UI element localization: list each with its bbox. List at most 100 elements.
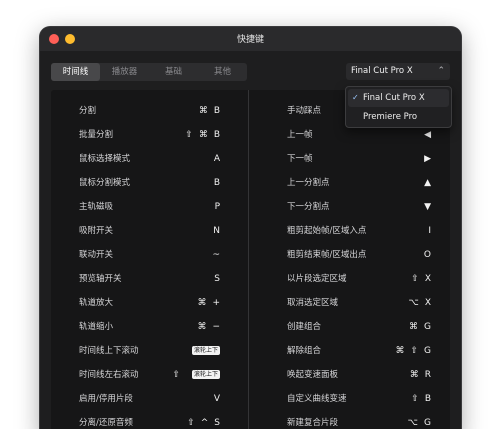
key-cap: ⇧ [410, 346, 419, 356]
left-shortcut-row[interactable]: 鼠标选择模式 A [79, 151, 220, 167]
key-cap: + [212, 298, 220, 308]
key-cap: G [424, 418, 431, 428]
right-shortcut-row[interactable]: 唤起变速面板 ⌘ R [287, 367, 431, 383]
key-cap: G [424, 346, 431, 356]
left-shortcut-row[interactable]: 吸附开关 N [79, 223, 220, 239]
shortcut-keys: ◀ [418, 127, 431, 143]
left-shortcut-row[interactable]: 启用/停用片段 V [79, 391, 220, 407]
left-shortcut-row[interactable]: 鼠标分割模式 B [79, 175, 220, 191]
shortcut-keys: N [207, 223, 220, 239]
shortcut-keys: ⌘ G [403, 319, 431, 335]
key-cap: ⇧ [172, 370, 180, 380]
key-cap: S [214, 274, 220, 284]
key-cap: ▼ [424, 202, 431, 212]
tab-timeline[interactable]: 时间线 [51, 63, 100, 81]
key-cap: ⇧ [187, 418, 195, 428]
key-cap: X [424, 274, 431, 284]
key-cap: ⌘ [409, 322, 419, 332]
shortcut-keys: ▶ [418, 151, 431, 167]
shortcut-keys: ▼ [418, 199, 431, 215]
shortcut-label: 主轨磁吸 [79, 202, 114, 212]
key-cap: ⌘ [197, 298, 207, 308]
shortcut-keys: ⌘ ⇧ G [389, 343, 431, 359]
column-divider [248, 90, 249, 429]
left-shortcut-row[interactable]: 轨道放大 ⌘ + [79, 295, 220, 311]
preset-select[interactable]: Final Cut Pro X ⌃ [346, 63, 450, 80]
shortcut-label: 分割 [79, 106, 97, 116]
preset-select-value: Final Cut Pro X [351, 66, 413, 76]
key-cap: X [424, 298, 431, 308]
key-cap: ⌘ [197, 322, 207, 332]
shortcut-keys: ⌘ B [193, 103, 220, 119]
shortcut-keys: A [208, 151, 220, 167]
preset-option-premiere[interactable]: Premiere Pro [348, 108, 449, 126]
right-shortcut-row[interactable]: 创建组合 ⌘ G [287, 319, 431, 335]
shortcut-keys: 滚轮上下 [180, 343, 220, 359]
key-cap: I [428, 226, 431, 236]
left-shortcut-row[interactable]: 主轨磁吸 P [79, 199, 220, 215]
shortcut-keys: ⇧ X [405, 271, 431, 287]
shortcut-keys: ⇧ B [405, 391, 431, 407]
left-shortcut-row[interactable]: 轨道缩小 ⌘ − [79, 319, 220, 335]
shortcut-label: 启用/停用片段 [79, 394, 133, 404]
right-shortcut-row[interactable]: 上一帧 ◀ [287, 127, 431, 143]
shortcut-label: 新建复合片段 [287, 418, 339, 428]
shortcut-keys: ⇧ 滚轮上下 [166, 367, 220, 383]
category-tabs: 时间线 播放器 基础 其他 [51, 63, 247, 81]
shortcut-label: 粗剪起始帧/区域入点 [287, 226, 367, 236]
left-shortcut-row[interactable]: 联动开关 ~ [79, 247, 220, 263]
shortcut-label: 上一分割点 [287, 178, 330, 188]
key-cap: B [424, 394, 431, 404]
tab-other[interactable]: 其他 [198, 63, 247, 81]
right-shortcut-row[interactable]: 下一帧 ▶ [287, 151, 431, 167]
shortcut-keys: V [208, 391, 220, 407]
key-cap: ~ [212, 250, 220, 260]
shortcut-label: 吸附开关 [79, 226, 114, 236]
right-shortcut-row[interactable]: 粗剪结束帧/区域出点 O [287, 247, 431, 263]
left-shortcut-row[interactable]: 分割 ⌘ B [79, 103, 220, 119]
key-cap: ▶ [424, 154, 431, 164]
right-shortcut-row[interactable]: 自定义曲线变速 ⇧ B [287, 391, 431, 407]
key-cap: A [213, 154, 220, 164]
left-shortcut-row[interactable]: 批量分割 ⇧ ⌘ B [79, 127, 220, 143]
shortcut-label: 轨道缩小 [79, 322, 114, 332]
shortcut-keys: ⌘ R [404, 367, 431, 383]
shortcut-label: 上一帧 [287, 130, 313, 140]
key-cap: N [213, 226, 220, 236]
shortcut-label: 下一分割点 [287, 202, 330, 212]
shortcut-label: 解除组合 [287, 346, 322, 356]
key-cap: ⇧ [185, 130, 193, 140]
chevron-up-icon: ⌃ [437, 66, 445, 76]
shortcut-label: 鼠标选择模式 [79, 154, 131, 164]
right-shortcut-row[interactable]: 粗剪起始帧/区域入点 I [287, 223, 431, 239]
window-title: 快捷键 [236, 35, 264, 45]
shortcut-label: 鼠标分割模式 [79, 178, 131, 188]
right-shortcut-row[interactable]: 新建复合片段 ⌥ G [287, 415, 431, 429]
shortcut-label: 粗剪结束帧/区域出点 [287, 250, 367, 260]
key-cap: ⇧ [411, 274, 419, 284]
left-shortcut-row[interactable]: 分离/还原音频 ⇧ ^ S [79, 415, 220, 429]
shortcut-label: 取消选定区域 [287, 298, 339, 308]
preset-option-final-cut[interactable]: ✓ Final Cut Pro X [348, 89, 449, 107]
shortcut-keys: ⌥ G [402, 415, 431, 429]
shortcut-label: 分离/还原音频 [79, 418, 133, 428]
key-cap: ⌥ [408, 298, 419, 308]
shortcut-keys: ⇧ ^ S [181, 415, 220, 429]
left-shortcut-row[interactable]: 时间线上下滚动 滚轮上下 [79, 343, 220, 359]
left-shortcut-row[interactable]: 预览轴开关 S [79, 271, 220, 287]
right-shortcut-row[interactable]: 下一分割点 ▼ [287, 199, 431, 215]
key-cap: ^ [200, 418, 209, 428]
tab-player[interactable]: 播放器 [100, 63, 149, 81]
shortcut-label: 时间线上下滚动 [79, 346, 139, 356]
shortcut-label: 唤起变速面板 [287, 370, 339, 380]
left-shortcut-row[interactable]: 时间线左右滚动 ⇧ 滚轮上下 [79, 367, 220, 383]
title-bar: 快捷键 [40, 27, 461, 51]
shortcut-label: 时间线左右滚动 [79, 370, 139, 380]
tab-basic[interactable]: 基础 [149, 63, 198, 81]
right-shortcut-row[interactable]: 上一分割点 ▲ [287, 175, 431, 191]
right-shortcut-row[interactable]: 解除组合 ⌘ ⇧ G [287, 343, 431, 359]
key-cap: B [213, 178, 220, 188]
key-cap: ⌘ [395, 346, 405, 356]
right-shortcut-row[interactable]: 以片段选定区域 ⇧ X [287, 271, 431, 287]
right-shortcut-row[interactable]: 取消选定区域 ⌥ X [287, 295, 431, 311]
